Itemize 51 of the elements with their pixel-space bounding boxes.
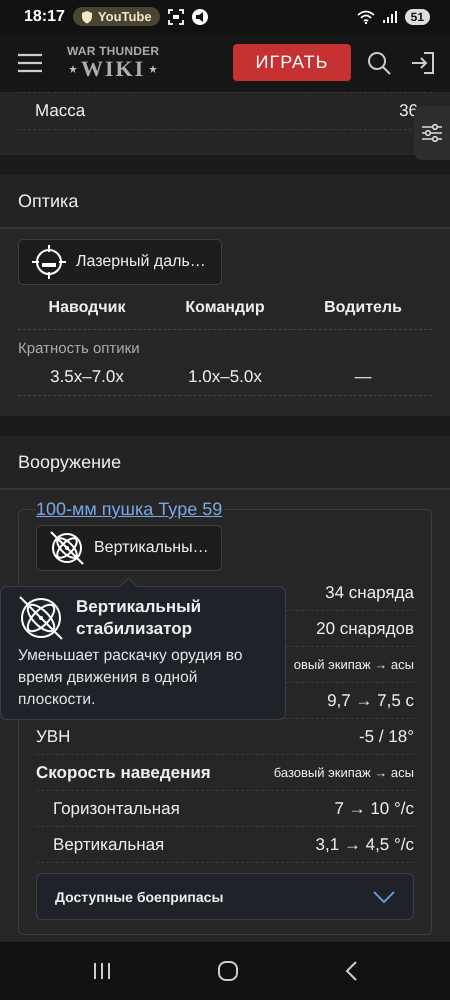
sliders-icon	[422, 124, 442, 142]
stat-value: 9,7 → 7,5 с	[327, 690, 414, 710]
row-label: Кратность оптики	[18, 339, 141, 357]
tooltip-title: Вертикальный стабилизатор	[76, 596, 202, 640]
megaphone-icon	[192, 8, 208, 24]
stat-label: УВН	[36, 726, 70, 746]
stat-label: Скорость наведения	[36, 762, 211, 782]
logo[interactable]: WAR THUNDER WIKI	[67, 45, 160, 80]
stat-value: -5 / 18°	[359, 726, 414, 746]
app-pill: YouTube	[72, 7, 160, 26]
feature-button[interactable]: Лазерный даль…	[18, 239, 222, 285]
star-icon	[149, 65, 158, 73]
column-header: Командир	[184, 298, 266, 318]
stat-value: базовый экипаж → асы	[274, 765, 414, 780]
play-button[interactable]: ИГРАТЬ	[233, 44, 351, 81]
stat-label: Масса	[35, 101, 86, 121]
stabilizer-icon	[18, 595, 64, 641]
table-cell-text: —	[354, 366, 372, 388]
wifi-icon	[356, 10, 375, 24]
table-cell-text: 3.5x–7.0x	[49, 366, 125, 388]
recent-apps-icon[interactable]	[93, 963, 112, 979]
search-icon[interactable]	[367, 50, 391, 74]
stat-value: овый экипаж → асы	[294, 657, 414, 672]
stat-label: Вертикальная	[52, 834, 164, 854]
stat-value: 7 → 10 °/с	[334, 798, 414, 818]
star-icon	[68, 65, 77, 73]
back-icon[interactable]	[344, 961, 357, 981]
column-header: Водитель	[323, 298, 403, 318]
table-cell-text: 1.0x–5.0x	[187, 366, 263, 388]
menu-icon[interactable]	[18, 52, 42, 72]
shield-icon	[80, 10, 93, 24]
weapon-link[interactable]: 100-мм пушка Type 59	[36, 499, 224, 519]
chevron-icon	[373, 890, 395, 902]
feature-button[interactable]: Вертикальны…	[36, 525, 222, 571]
stabilizer-icon	[49, 530, 85, 566]
sign-in-icon[interactable]	[411, 50, 435, 74]
stat-value: 20 снарядов	[316, 618, 414, 638]
battery-indicator: 51	[404, 8, 430, 24]
section-title: Оптика	[18, 190, 78, 212]
stat-value: 3,1 → 4,5 °/с	[316, 834, 414, 854]
stat-value: 34 снаряда	[325, 582, 414, 602]
screenshot-icon	[168, 8, 184, 24]
rangefinder-icon	[31, 244, 67, 280]
signal-icon	[382, 10, 397, 22]
stat-label: Горизонтальная	[52, 798, 180, 818]
clock: 18:17	[24, 8, 65, 26]
section-title: Вооружение	[18, 452, 122, 472]
column-header: Наводчик	[48, 298, 126, 318]
home-icon[interactable]	[218, 961, 238, 981]
accordion-header[interactable]: Доступные боеприпасы	[36, 873, 414, 920]
tooltip-text: Уменьшает раскачку орудия во время движения в одной плоскости.	[18, 646, 244, 710]
